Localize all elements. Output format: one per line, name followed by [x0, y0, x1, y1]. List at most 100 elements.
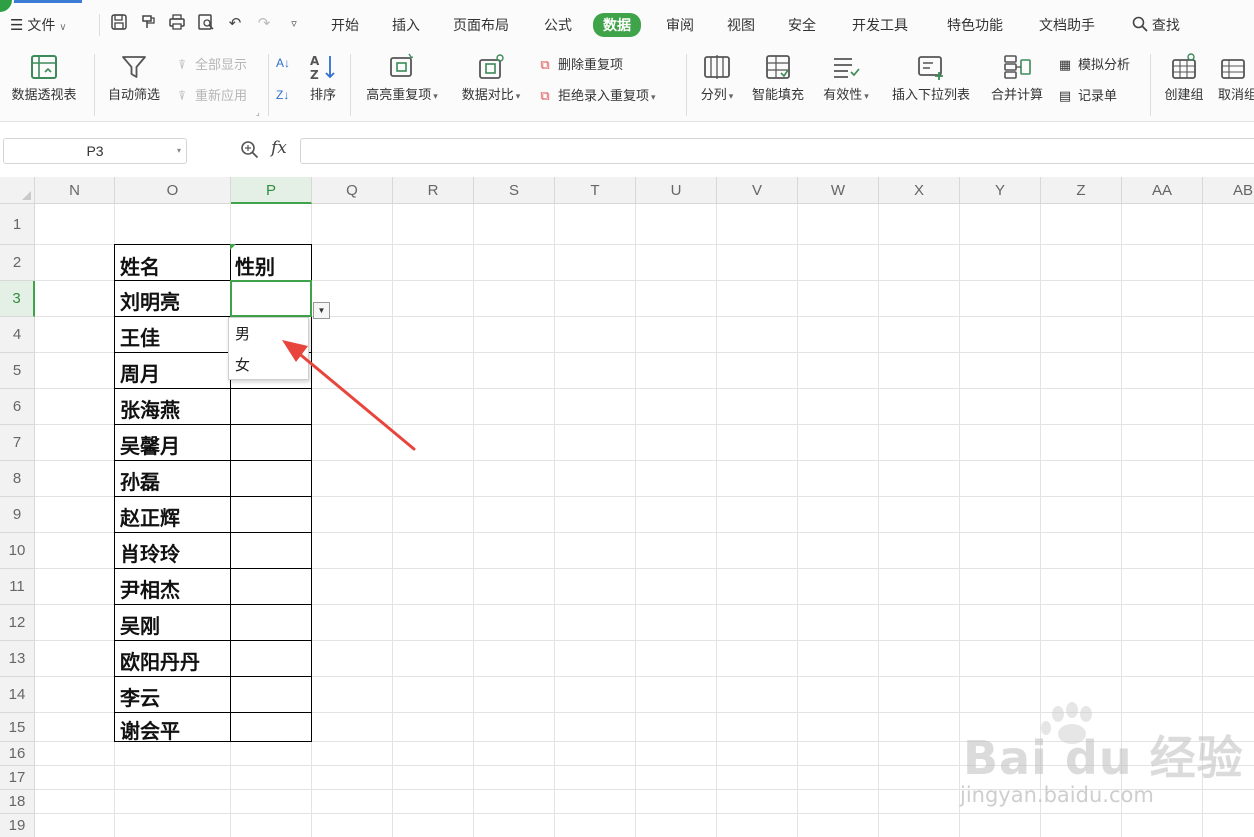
pivot-table-button[interactable]: 数据透视表 [4, 52, 84, 104]
table-cell-name[interactable]: 刘明亮 [114, 280, 231, 317]
create-group-button[interactable]: 创建组 [1158, 52, 1210, 104]
column-header-Z[interactable]: Z [1041, 177, 1122, 204]
tab-special-features[interactable]: 特色功能 [947, 14, 1003, 36]
name-box[interactable]: P3 ▾ [3, 138, 187, 164]
table-header-gender[interactable]: 性别 [230, 244, 312, 281]
active-cell-P3[interactable] [230, 280, 312, 317]
undo-icon[interactable]: ↶ [224, 13, 246, 35]
tab-review[interactable]: 审阅 [666, 14, 694, 36]
print-preview-icon[interactable] [195, 13, 217, 35]
row-header-13[interactable]: 13 [0, 641, 35, 677]
table-cell-gender[interactable] [230, 640, 312, 677]
dropdown-option-female[interactable]: 女 [235, 354, 250, 375]
row-header-12[interactable]: 12 [0, 605, 35, 641]
tab-formulas[interactable]: 公式 [544, 14, 572, 36]
row-header-5[interactable]: 5 [0, 353, 35, 389]
tab-developer[interactable]: 开发工具 [852, 14, 908, 36]
row-header-6[interactable]: 6 [0, 389, 35, 425]
row-header-7[interactable]: 7 [0, 425, 35, 461]
table-cell-gender[interactable] [230, 424, 312, 461]
column-header-AB[interactable]: AB [1203, 177, 1254, 204]
column-header-AA[interactable]: AA [1122, 177, 1203, 204]
column-header-S[interactable]: S [474, 177, 555, 204]
row-header-9[interactable]: 9 [0, 497, 35, 533]
tab-page-layout[interactable]: 页面布局 [453, 14, 509, 36]
format-painter-icon[interactable] [137, 13, 159, 35]
table-cell-gender[interactable] [230, 712, 312, 742]
tab-insert[interactable]: 插入 [392, 14, 420, 36]
row-header-16[interactable]: 16 [0, 742, 35, 766]
column-header-Y[interactable]: Y [960, 177, 1041, 204]
split-columns-button[interactable]: 分列 ▾ [694, 52, 740, 105]
table-cell-gender[interactable] [230, 460, 312, 497]
insert-dropdown-list-button[interactable]: 插入下拉列表 [884, 52, 978, 104]
redo-icon[interactable]: ↷ [253, 13, 275, 35]
data-compare-button[interactable]: 数据对比 ▾ [454, 52, 528, 105]
column-header-U[interactable]: U [636, 177, 717, 204]
table-cell-name[interactable]: 吴馨月 [114, 424, 231, 461]
column-header-O[interactable]: O [115, 177, 231, 204]
table-cell-gender[interactable] [230, 496, 312, 533]
tab-doc-assistant[interactable]: 文档助手 [1039, 14, 1095, 36]
table-cell-name[interactable]: 王佳 [114, 316, 231, 353]
autofilter-button[interactable]: 自动筛选 [102, 52, 166, 104]
reject-duplicates-button[interactable]: ⧉ 拒绝录入重复项 ▾ [536, 85, 655, 107]
table-header-name[interactable]: 姓名 [114, 244, 231, 281]
row-header-2[interactable]: 2 [0, 245, 35, 281]
row-header-18[interactable]: 18 [0, 790, 35, 814]
tab-security[interactable]: 安全 [788, 14, 816, 36]
smart-fill-button[interactable]: 智能填充 [746, 52, 810, 104]
save-icon[interactable] [108, 13, 130, 35]
file-menu[interactable]: ☰ 文件 ∨ [10, 14, 67, 36]
column-header-R[interactable]: R [393, 177, 474, 204]
table-cell-name[interactable]: 孙磊 [114, 460, 231, 497]
table-cell-name[interactable]: 赵正辉 [114, 496, 231, 533]
row-header-10[interactable]: 10 [0, 533, 35, 569]
row-header-4[interactable]: 4 [0, 317, 35, 353]
dropdown-arrow-button[interactable]: ▼ [313, 302, 330, 319]
chevron-down-icon[interactable]: ▾ [177, 139, 181, 163]
column-header-V[interactable]: V [717, 177, 798, 204]
table-cell-name[interactable]: 张海燕 [114, 388, 231, 425]
sort-descending-icon[interactable]: Z↓ [276, 84, 289, 106]
table-cell-name[interactable]: 周月 [114, 352, 231, 389]
row-header-17[interactable]: 17 [0, 766, 35, 790]
tab-view[interactable]: 视图 [727, 14, 755, 36]
remove-duplicates-button[interactable]: ⧉ 删除重复项 [536, 54, 623, 76]
insert-function-icon[interactable]: fx [271, 138, 287, 158]
column-header-X[interactable]: X [879, 177, 960, 204]
column-header-P[interactable]: P [231, 177, 312, 204]
table-cell-name[interactable]: 谢会平 [114, 712, 231, 742]
sort-button[interactable]: AZ 排序 [304, 52, 342, 104]
fill-handle[interactable] [230, 244, 236, 250]
row-header-11[interactable]: 11 [0, 569, 35, 605]
column-header-W[interactable]: W [798, 177, 879, 204]
customize-quick-access-icon[interactable]: ▿ [283, 13, 305, 35]
table-cell-name[interactable]: 吴刚 [114, 604, 231, 641]
table-cell-name[interactable]: 肖玲玲 [114, 532, 231, 569]
consolidate-button[interactable]: 合并计算 [984, 52, 1050, 104]
table-cell-name[interactable]: 李云 [114, 676, 231, 713]
formula-input[interactable] [300, 138, 1254, 164]
highlight-duplicates-button[interactable]: 高亮重复项 ▾ [356, 52, 448, 105]
sort-ascending-icon[interactable]: A↓ [276, 52, 290, 74]
record-form-button[interactable]: ▤ 记录单 [1056, 85, 1117, 107]
ungroup-button[interactable]: 取消组 [1218, 52, 1254, 104]
select-all-corner[interactable] [0, 177, 35, 204]
tab-data[interactable]: 数据 [593, 13, 641, 37]
dropdown-option-male[interactable]: 男 [235, 323, 250, 344]
search-button[interactable]: 查找 [1132, 14, 1180, 36]
table-cell-gender[interactable] [230, 676, 312, 713]
table-cell-name[interactable]: 欧阳丹丹 [114, 640, 231, 677]
row-header-14[interactable]: 14 [0, 677, 35, 713]
column-header-Q[interactable]: Q [312, 177, 393, 204]
table-cell-gender[interactable] [230, 568, 312, 605]
row-header-8[interactable]: 8 [0, 461, 35, 497]
tab-home[interactable]: 开始 [331, 14, 359, 36]
table-cell-gender[interactable] [230, 388, 312, 425]
row-header-15[interactable]: 15 [0, 713, 35, 742]
what-if-analysis-button[interactable]: ▦ 模拟分析 [1056, 54, 1130, 76]
column-header-T[interactable]: T [555, 177, 636, 204]
data-validity-button[interactable]: 有效性 ▾ [816, 52, 876, 105]
table-cell-gender[interactable] [230, 532, 312, 569]
